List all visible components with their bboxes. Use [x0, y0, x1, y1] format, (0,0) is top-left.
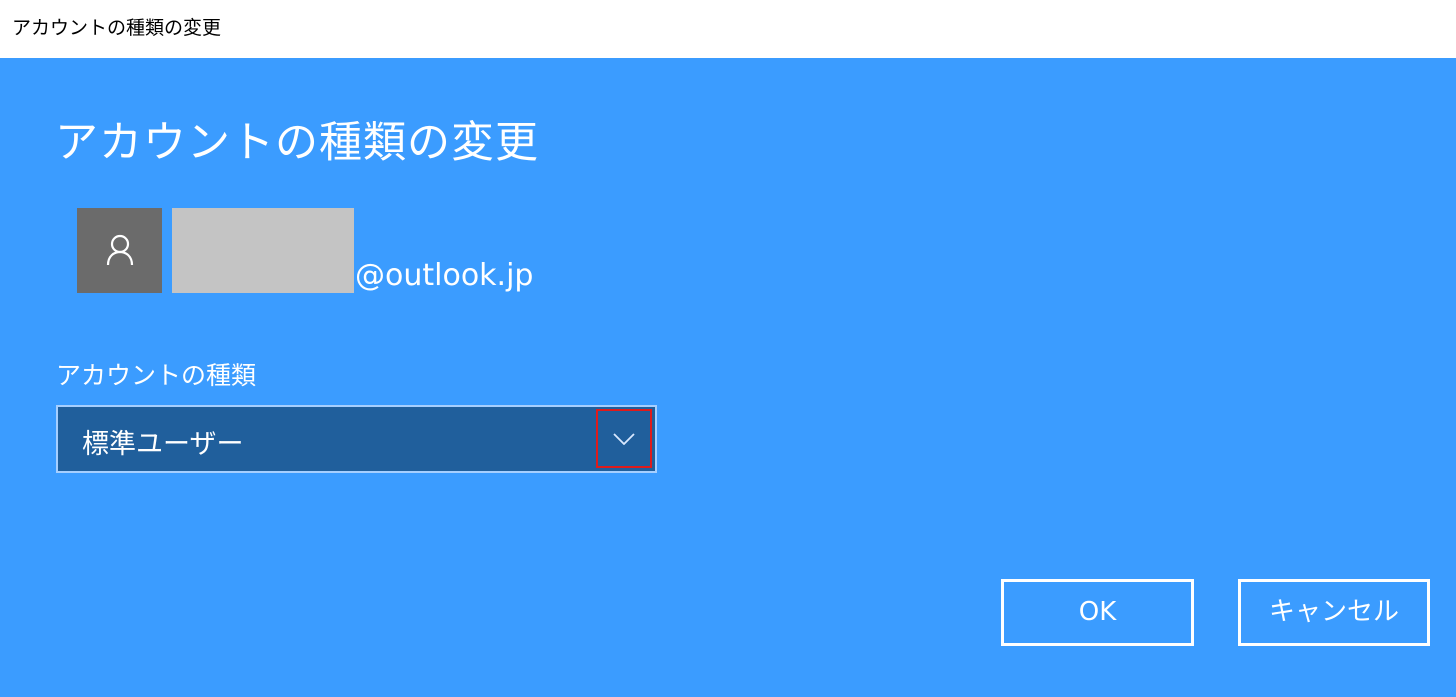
user-avatar: [77, 208, 162, 293]
dialog-heading: アカウントの種類の変更: [55, 118, 539, 168]
account-type-selected-value: 標準ユーザー: [82, 429, 244, 460]
change-account-type-window: アカウントの種類の変更 アカウントの種類の変更 @outlook.jp アカウン…: [0, 0, 1456, 697]
window-title-bar: アカウントの種類の変更: [0, 0, 1456, 58]
window-title: アカウントの種類の変更: [12, 17, 222, 39]
redacted-username: [172, 208, 354, 293]
cancel-button[interactable]: キャンセル: [1238, 579, 1430, 646]
account-type-label: アカウントの種類: [56, 361, 257, 390]
email-domain: @outlook.jp: [355, 258, 534, 293]
chevron-down-icon: [613, 433, 635, 445]
ok-button[interactable]: OK: [1001, 579, 1194, 646]
account-type-dropdown[interactable]: 標準ユーザー: [56, 405, 657, 473]
dropdown-arrow-button[interactable]: [596, 409, 652, 468]
user-icon: [106, 234, 134, 266]
